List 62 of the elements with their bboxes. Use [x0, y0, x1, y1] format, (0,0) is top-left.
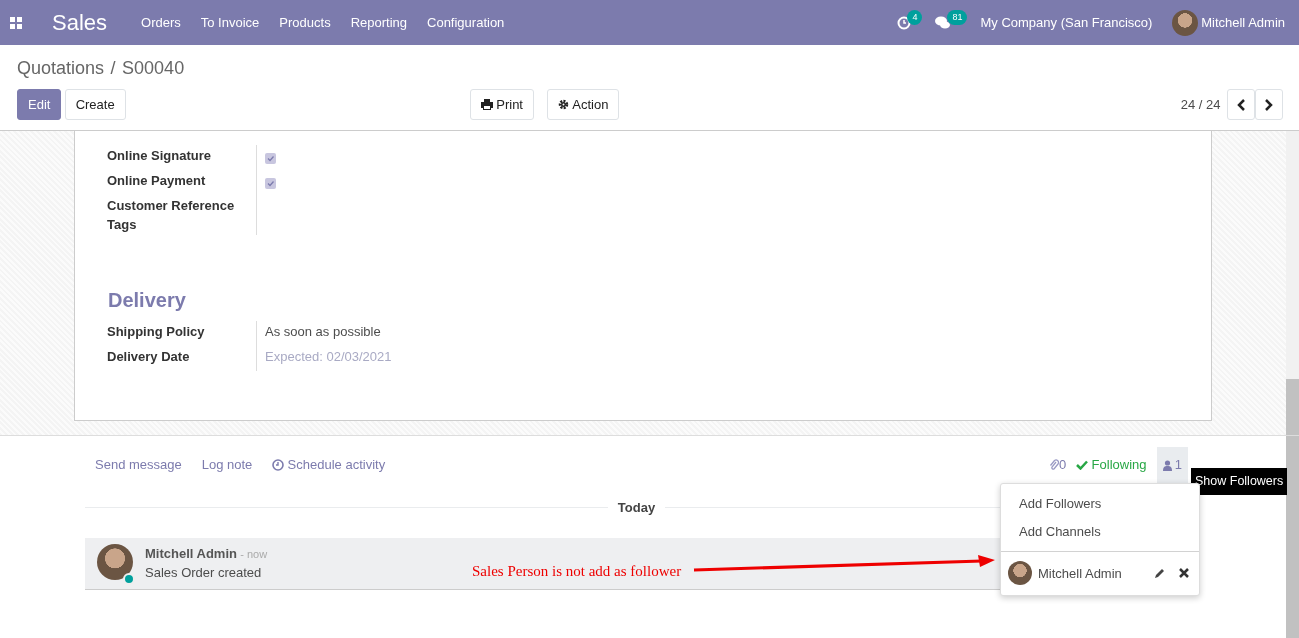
dropdown-item[interactable]: Add Channels: [1001, 517, 1199, 545]
app-title: Sales: [52, 9, 108, 37]
print-button[interactable]: Print: [470, 88, 534, 120]
section-title: Delivery: [108, 288, 187, 313]
checkbox[interactable]: [265, 153, 276, 165]
printer-icon: [481, 98, 493, 110]
date-divider: Today: [617, 499, 656, 517]
scrollbar-thumb[interactable]: [1286, 379, 1299, 435]
pencil-icon: [1154, 567, 1167, 580]
message-count-badge: 81: [947, 9, 968, 26]
field-label: Customer Reference Tags: [107, 195, 257, 235]
activity-count-badge: 4: [907, 9, 923, 26]
user-avatar: [1171, 9, 1198, 36]
pager-counter: 24 / 24: [1180, 95, 1221, 114]
apps-menu-icon[interactable]: [10, 16, 22, 29]
menu-item[interactable]: Orders: [141, 12, 181, 33]
annotation-text: Sales Person is not add as follower: [472, 562, 682, 581]
follower-name[interactable]: Mitchell Admin: [1038, 563, 1155, 583]
company-switcher[interactable]: My Company (San Francisco): [980, 12, 1153, 33]
user-menu[interactable]: Mitchell Admin: [1201, 12, 1285, 33]
attachments-button[interactable]: 0: [1049, 455, 1067, 475]
breadcrumb-current: S00040: [122, 58, 185, 78]
clock-icon: [272, 459, 285, 471]
previous-button[interactable]: [1227, 88, 1255, 120]
next-button[interactable]: [1255, 88, 1283, 120]
followers-button[interactable]: 1: [1156, 447, 1188, 483]
action-button[interactable]: Action: [547, 88, 620, 120]
person-icon: [1162, 459, 1172, 471]
menu-item[interactable]: Products: [279, 12, 331, 33]
field-label: Online Signature: [107, 145, 257, 170]
author-avatar: [97, 543, 133, 580]
chatter-link[interactable]: Log note: [201, 455, 253, 475]
message-body: Sales Order created: [145, 564, 263, 582]
chat-bubbles-icon: [935, 15, 952, 30]
edit-follower-button[interactable]: [1154, 567, 1167, 580]
field-label: Shipping Policy: [107, 321, 257, 346]
clock-icon: [897, 15, 912, 30]
chevron-left-icon: [1237, 99, 1245, 112]
remove-follower-button[interactable]: [1179, 568, 1190, 579]
breadcrumb-link[interactable]: Quotations: [17, 58, 105, 78]
checkmark-icon: [1076, 460, 1089, 470]
form-button[interactable]: Edit: [17, 88, 62, 120]
field-label: Online Payment: [107, 170, 257, 195]
message-time: - now: [240, 547, 268, 560]
date-field[interactable]: Expected: 02/03/2021: [265, 349, 392, 364]
form-button[interactable]: Create: [64, 88, 126, 120]
menu-item[interactable]: Reporting: [350, 12, 407, 33]
menu-item[interactable]: To Invoice: [200, 12, 260, 33]
message-author: Mitchell Admin: [145, 545, 237, 561]
close-icon: [1179, 568, 1190, 579]
paperclip-icon: [1049, 459, 1060, 471]
tooltip: Show Followers: [1191, 468, 1288, 495]
checkbox[interactable]: [265, 178, 276, 190]
chatter-link[interactable]: Send message: [95, 455, 182, 475]
field-label: Delivery Date: [107, 346, 257, 371]
menu-item[interactable]: Configuration: [427, 12, 505, 33]
schedule-activity-link[interactable]: Schedule activity: [272, 455, 386, 475]
follower-avatar: [1007, 561, 1032, 586]
breadcrumb-separator: /: [110, 58, 116, 78]
field-value: As soon as possible: [265, 324, 381, 339]
chevron-right-icon: [1265, 99, 1273, 112]
following-button[interactable]: Following: [1076, 455, 1147, 475]
